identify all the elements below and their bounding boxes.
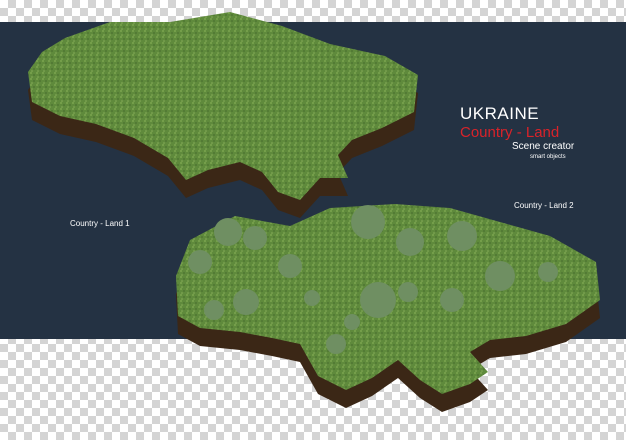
- scene-creator-text: Scene creator: [512, 141, 575, 152]
- ukraine-land-1: [28, 12, 418, 218]
- land-2-label: Country - Land 2: [514, 201, 574, 210]
- ukraine-land-2: [176, 204, 600, 412]
- land-1-label: Country - Land 1: [70, 219, 130, 228]
- page-subtitle: Country - Land: [460, 124, 560, 141]
- page-title: UKRAINE: [460, 104, 540, 123]
- smart-objects-text: smart objects: [530, 154, 566, 160]
